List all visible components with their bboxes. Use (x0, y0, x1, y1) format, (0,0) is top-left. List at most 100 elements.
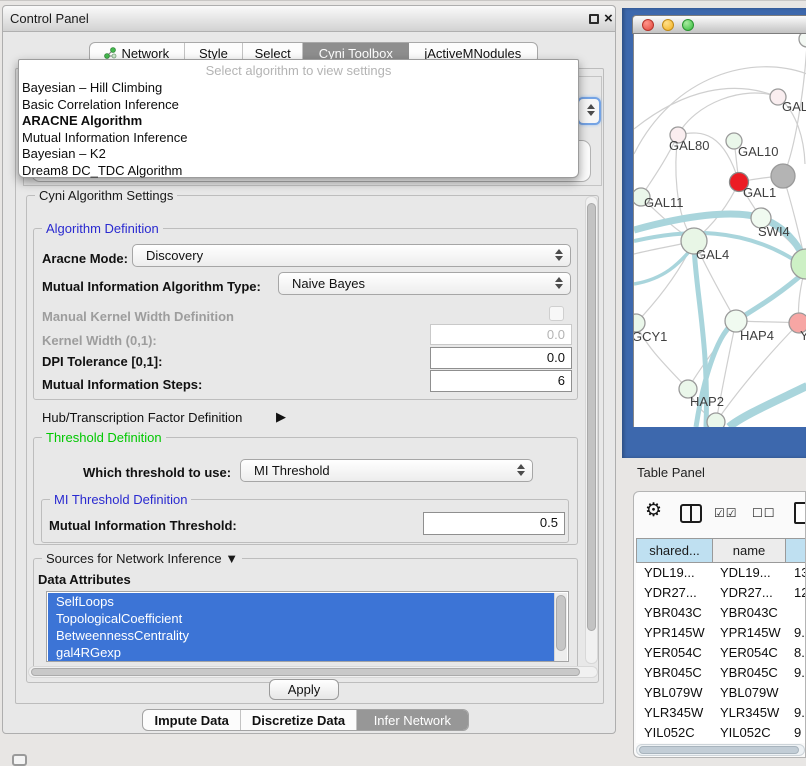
cell-value: 12 (794, 583, 806, 603)
manual-kernel-label: Manual Kernel Width Definition (42, 309, 234, 324)
menu-item[interactable]: Bayesian – K2 (22, 146, 576, 162)
cell-name: YBR045C (720, 663, 778, 683)
close-icon[interactable]: × (604, 9, 613, 29)
list-item[interactable]: TopologicalCoefficient (48, 610, 555, 627)
list-item[interactable]: SelfLoops (48, 593, 555, 610)
network-node[interactable] (707, 413, 725, 427)
column-header-shared-name[interactable]: shared... (636, 538, 713, 563)
cell-name: YLR345W (720, 703, 779, 723)
menu-item[interactable]: Bayesian – Hill Climbing (22, 80, 576, 96)
node-label-gal11: GAL11 (644, 195, 684, 210)
kernel-width-field[interactable]: 0.0 (430, 324, 572, 345)
expand-arrow-icon[interactable]: ▶ (276, 409, 286, 425)
network-node[interactable] (799, 34, 806, 47)
node-label-gal10: GAL10 (738, 144, 778, 159)
table-toolbar: ⚙ ☑☑ ☐☐ (634, 492, 805, 536)
tab-infer-network[interactable]: Infer Network (357, 710, 468, 730)
tab-discretize-data[interactable]: Discretize Data (241, 710, 356, 730)
combo-arrows-icon (587, 104, 595, 116)
cell-value: 8. (794, 643, 805, 663)
table-row[interactable]: YPR145W YPR145W 9. (636, 623, 806, 643)
select-all-icon[interactable]: ☑☑ (714, 506, 738, 520)
mi-threshold-field[interactable]: 0.5 (423, 512, 565, 535)
table-row[interactable]: YLR345W YLR345W 9. (636, 703, 806, 723)
mi-threshold-label: Mutual Information Threshold: (49, 518, 237, 533)
cell-shared-name: YPR145W (644, 623, 705, 643)
list-item[interactable]: BetweennessCentrality (48, 627, 555, 644)
menu-item-highlighted[interactable]: ARACNE Algorithm (22, 113, 576, 129)
restore-panel-icon[interactable] (12, 754, 27, 766)
cell-value: 9. (794, 663, 805, 683)
screen: Control Panel × Network Style (0, 0, 806, 762)
cell-name: YDL19... (720, 563, 771, 583)
group-title: MI Threshold Definition (50, 492, 191, 507)
table-row[interactable]: YDR27... YDR27... 12 (636, 583, 806, 603)
which-threshold-combobox[interactable]: MI Threshold (240, 459, 533, 482)
node-label-gcy1: GCY1 (633, 329, 667, 344)
cell-shared-name: YBR043C (644, 603, 702, 623)
split-columns-icon[interactable] (680, 504, 702, 523)
column-header-partial[interactable]: A (786, 538, 806, 563)
table-row[interactable]: YER054C YER054C 8. (636, 643, 806, 663)
network-node[interactable] (791, 249, 806, 279)
cell-name: YIL052C (720, 723, 771, 743)
scrollbar-thumb[interactable] (556, 595, 566, 651)
minimize-traffic-light-icon[interactable] (662, 19, 674, 31)
data-attributes-list[interactable]: SelfLoops TopologicalCoefficient Between… (46, 591, 569, 662)
list-item[interactable]: gal4RGexp (48, 644, 555, 661)
collapse-arrow-icon[interactable]: ▼ (225, 551, 238, 566)
settings-vertical-scrollbar[interactable] (585, 196, 598, 664)
export-table-icon[interactable] (794, 502, 806, 524)
algorithm-dropdown-popup: Select algorithm to view settings Bayesi… (18, 59, 579, 178)
tab-impute-data[interactable]: Impute Data (143, 710, 241, 730)
zoom-traffic-light-icon[interactable] (682, 19, 694, 31)
scrollbar-thumb[interactable] (639, 746, 799, 754)
node-label-gal80: GAL80 (669, 138, 709, 153)
dpi-tolerance-label: DPI Tolerance [0,1]: (42, 354, 162, 369)
table-row[interactable]: YBL079W YBL079W (636, 683, 806, 703)
close-traffic-light-icon[interactable] (642, 19, 654, 31)
menu-item[interactable]: Dream8 DC_TDC Algorithm (22, 163, 576, 179)
mi-type-combobox[interactable]: Naive Bayes (278, 272, 571, 295)
group-title: Sources for Network Inference ▼ (42, 551, 242, 566)
scrollbar-thumb[interactable] (587, 203, 596, 631)
cell-shared-name: YBR045C (644, 663, 702, 683)
cell-name: YBL079W (720, 683, 779, 703)
table-row[interactable]: YBR045C YBR045C 9. (636, 663, 806, 683)
mi-steps-label: Mutual Information Steps: (42, 377, 202, 392)
menu-item[interactable]: Mutual Information Inference (22, 130, 576, 146)
menu-item[interactable]: Basic Correlation Inference (22, 97, 576, 113)
network-canvas[interactable]: GAL GAL80 GAL10 GAL1 GAL11 GAL4 SWI4 GCY… (633, 34, 806, 427)
algorithm-combobox-fragment[interactable] (577, 97, 601, 125)
aracne-mode-label: Aracne Mode: (42, 251, 128, 266)
settings-horizontal-scrollbar[interactable] (28, 666, 598, 678)
manual-kernel-checkbox[interactable] (549, 306, 564, 321)
combo-arrows-icon (517, 464, 525, 476)
scrollbar-thumb[interactable] (31, 668, 580, 676)
list-scrollbar[interactable] (554, 593, 567, 662)
table-panel: ⚙ ☑☑ ☐☐ shared... name A YDL19... YDL19.… (633, 491, 806, 758)
table-row[interactable]: YDL19... YDL19... 13 (636, 563, 806, 583)
dpi-tolerance-field[interactable]: 0.0 (430, 347, 572, 369)
float-icon[interactable] (589, 14, 599, 24)
node-label-hap4: HAP4 (740, 328, 774, 343)
table-row[interactable]: YIL052C YIL052C 9 (636, 723, 806, 743)
aracne-mode-combobox[interactable]: Discovery (132, 244, 571, 267)
combo-arrows-icon (555, 277, 563, 289)
cell-shared-name: YIL052C (644, 723, 695, 743)
column-header-name[interactable]: name (713, 538, 786, 563)
apply-button[interactable]: Apply (269, 679, 339, 700)
network-window-titlebar[interactable] (632, 15, 806, 34)
table-header: shared... name A (636, 538, 806, 563)
table-horizontal-scrollbar[interactable] (636, 744, 805, 756)
kernel-width-label: Kernel Width (0,1): (42, 333, 157, 348)
combo-value: Naive Bayes (292, 273, 365, 294)
node-label-y: Y (800, 328, 806, 343)
deselect-all-icon[interactable]: ☐☐ (752, 506, 776, 520)
cell-shared-name: YDR27... (644, 583, 697, 603)
group-title: Threshold Definition (42, 430, 166, 445)
table-row[interactable]: YBR043C YBR043C (636, 603, 806, 623)
mi-steps-field[interactable]: 6 (430, 370, 572, 392)
cell-shared-name: YDL19... (644, 563, 695, 583)
gear-icon[interactable]: ⚙ (645, 499, 662, 522)
